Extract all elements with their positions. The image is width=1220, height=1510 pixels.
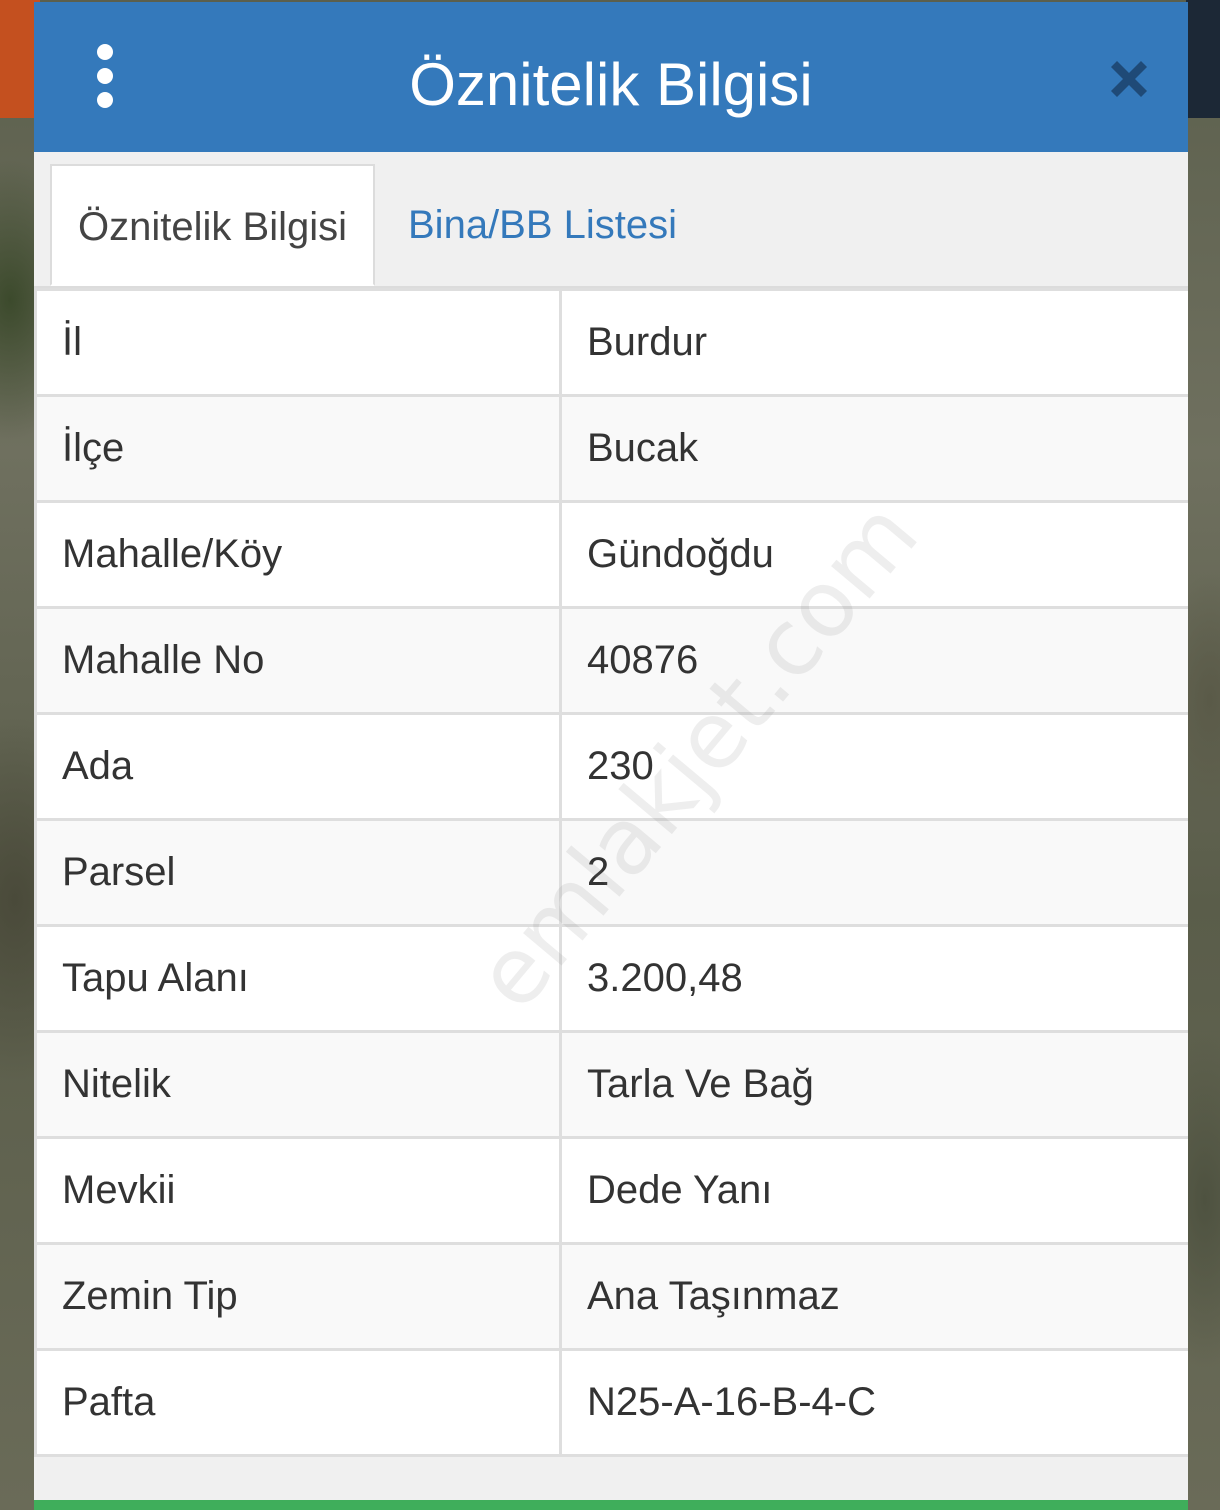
tab-building-list[interactable]: Bina/BB Listesi <box>408 164 768 286</box>
attribute-key: Ada <box>34 712 562 821</box>
attribute-value: 2 <box>559 818 1188 927</box>
attribute-value: Dede Yanı <box>559 1136 1188 1245</box>
bottom-accent-bar <box>34 1500 1188 1510</box>
attribute-key: Mevkii <box>34 1136 562 1245</box>
table-row: Zemin Tip Ana Taşınmaz <box>34 1242 1188 1351</box>
attribute-value: Burdur <box>559 288 1188 397</box>
attribute-key: Pafta <box>34 1348 562 1457</box>
attribute-key: Mahalle No <box>34 606 562 715</box>
dialog-title: Öznitelik Bilgisi <box>409 51 813 118</box>
table-row: Tapu Alanı 3.200,48 <box>34 924 1188 1033</box>
attribute-key: İlçe <box>34 394 562 503</box>
attribute-key: Parsel <box>34 818 562 927</box>
attribute-info-dialog: Öznitelik Bilgisi Öznitelik Bilgisi Bina… <box>34 2 1188 1510</box>
table-row: Mahalle No 40876 <box>34 606 1188 715</box>
attribute-key: Zemin Tip <box>34 1242 562 1351</box>
attribute-value: N25-A-16-B-4-C <box>559 1348 1188 1457</box>
tab-bar: Öznitelik Bilgisi Bina/BB Listesi <box>34 152 1188 288</box>
attribute-key: Nitelik <box>34 1030 562 1139</box>
table-row: Parsel 2 <box>34 818 1188 927</box>
table-row: Mahalle/Köy Gündoğdu <box>34 500 1188 609</box>
attribute-value: 40876 <box>559 606 1188 715</box>
attribute-key: Mahalle/Köy <box>34 500 562 609</box>
attribute-value: Tarla Ve Bağ <box>559 1030 1188 1139</box>
table-row: İlçe Bucak <box>34 394 1188 503</box>
table-row: Mevkii Dede Yanı <box>34 1136 1188 1245</box>
table-row: Pafta N25-A-16-B-4-C <box>34 1348 1188 1457</box>
attribute-value: Ana Taşınmaz <box>559 1242 1188 1351</box>
attribute-value: Bucak <box>559 394 1188 503</box>
table-row: Ada 230 <box>34 712 1188 821</box>
table-row: İl Burdur <box>34 288 1188 397</box>
attribute-value: 3.200,48 <box>559 924 1188 1033</box>
map-toolbar-fragment <box>1186 0 1220 118</box>
attribute-value: Gündoğdu <box>559 500 1188 609</box>
table-row: Nitelik Tarla Ve Bağ <box>34 1030 1188 1139</box>
attribute-table: İl Burdur İlçe Bucak Mahalle/Köy Gündoğdu Maha… <box>34 288 1188 1457</box>
tab-attribute-info[interactable]: Öznitelik Bilgisi <box>50 164 375 286</box>
close-icon[interactable] <box>1104 54 1154 104</box>
attribute-key: Tapu Alanı <box>34 924 562 1033</box>
attribute-key: İl <box>34 288 562 397</box>
dialog-header: Öznitelik Bilgisi <box>34 2 1188 152</box>
attribute-value: 230 <box>559 712 1188 821</box>
